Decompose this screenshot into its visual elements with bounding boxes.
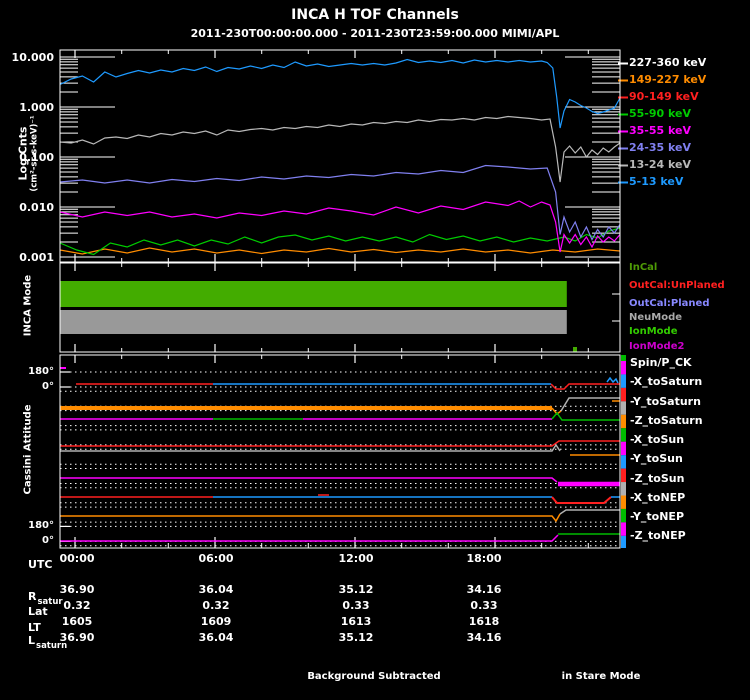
legend-mode-outcal-planed: OutCal:Planed xyxy=(629,298,710,309)
utc-tick-3: 18:00 xyxy=(466,552,502,565)
utc-tick-0: 00:00 xyxy=(59,552,95,565)
legend-channel-55-90: 55-90 keV xyxy=(629,107,692,120)
table-cell: 0.33 xyxy=(342,599,370,612)
footer-background-subtracted: Background Subtracted xyxy=(307,671,441,682)
table-cell: 36.90 xyxy=(59,583,95,596)
y-axis-label-line1: Log Cnts xyxy=(16,126,30,181)
page-subtitle: 2011-230T00:00:00.000 - 2011-230T23:59:0… xyxy=(190,27,560,40)
table-cell: 1605 xyxy=(61,615,93,628)
table-cell: 35.12 xyxy=(338,631,374,644)
mode-panel-label: INCA Mode xyxy=(22,274,34,337)
legend-channel-149-227: 149-227 keV xyxy=(629,73,707,86)
legend-mode-incal: InCal xyxy=(629,262,658,273)
y-axis-label: Log Cnts (cm²-sr-s-keV)⁻¹ xyxy=(17,44,40,264)
table-cell: 36.90 xyxy=(59,631,95,644)
legend-attitude-z-sun: -Z_toSun xyxy=(630,472,685,485)
legend-channel-35-55: 35-55 keV xyxy=(629,124,692,137)
legend-channel-5-13: 5-13 keV xyxy=(629,175,684,188)
table-cell: 1609 xyxy=(200,615,232,628)
attitude-ytick-0-bot: 0° xyxy=(42,535,54,546)
page-title: INCA H TOF Channels xyxy=(291,7,459,23)
attitude-ytick-180-top: 180° xyxy=(28,366,54,377)
legend-attitude-spin: Spin/P_CK xyxy=(630,356,692,369)
table-cell: 34.16 xyxy=(466,631,502,644)
table-cell: 36.04 xyxy=(198,631,234,644)
legend-channel-90-149: 90-149 keV xyxy=(629,90,699,103)
legend-attitude-x-sun: -X_toSun xyxy=(630,433,685,446)
legend-attitude-z-saturn: -Z_toSaturn xyxy=(630,414,703,427)
table-cell: 1613 xyxy=(340,615,372,628)
footer-stare-mode: in Stare Mode xyxy=(561,671,641,682)
table-cell: 0.33 xyxy=(470,599,498,612)
legend-attitude-x-saturn: -X_toSaturn xyxy=(630,375,703,388)
attitude-ytick-180-bot: 180° xyxy=(28,520,54,531)
table-cell: 34.16 xyxy=(466,583,502,596)
legend-attitude-y-nep: -Y_toNEP xyxy=(630,510,685,523)
legend-mode-ionmode2: IonMode2 xyxy=(629,341,685,352)
legend-attitude-y-saturn: -Y_toSaturn xyxy=(630,395,701,408)
legend-attitude-x-nep: -X_toNEP xyxy=(630,491,686,504)
inca-tof-plot-window: INCA H TOF Channels 2011-230T00:00:00.00… xyxy=(0,0,750,700)
utc-tick-2: 12:00 xyxy=(338,552,374,565)
legend-channel-24-35: 24-35 keV xyxy=(629,141,692,154)
legend-mode-neumode: NeuMode xyxy=(629,312,683,323)
legend-channel-13-24: 13-24 keV xyxy=(629,158,692,171)
utc-tick-1: 06:00 xyxy=(198,552,234,565)
attitude-panel-label: Cassini Attitude xyxy=(22,404,34,495)
legend-attitude-z-nep: -Z_toNEP xyxy=(630,529,686,542)
table-cell: 1618 xyxy=(468,615,500,628)
legend-mode-outcal-unplaned: OutCal:UnPlaned xyxy=(629,280,725,291)
attitude-ytick-0-top: 0° xyxy=(42,381,54,392)
legend-attitude-y-sun: -Y_toSun xyxy=(630,452,683,465)
table-row-label-lt: LT xyxy=(28,621,41,634)
table-cell: 36.04 xyxy=(198,583,234,596)
legend-channel-227-360: 227-360 keV xyxy=(629,56,707,69)
table-cell: 35.12 xyxy=(338,583,374,596)
table-cell: 0.32 xyxy=(63,599,91,612)
y-axis-label-line2: (cm²-sr-s-keV)⁻¹ xyxy=(29,115,40,192)
legend-mode-ionmode: IonMode xyxy=(629,326,678,337)
table-cell: 0.32 xyxy=(202,599,230,612)
